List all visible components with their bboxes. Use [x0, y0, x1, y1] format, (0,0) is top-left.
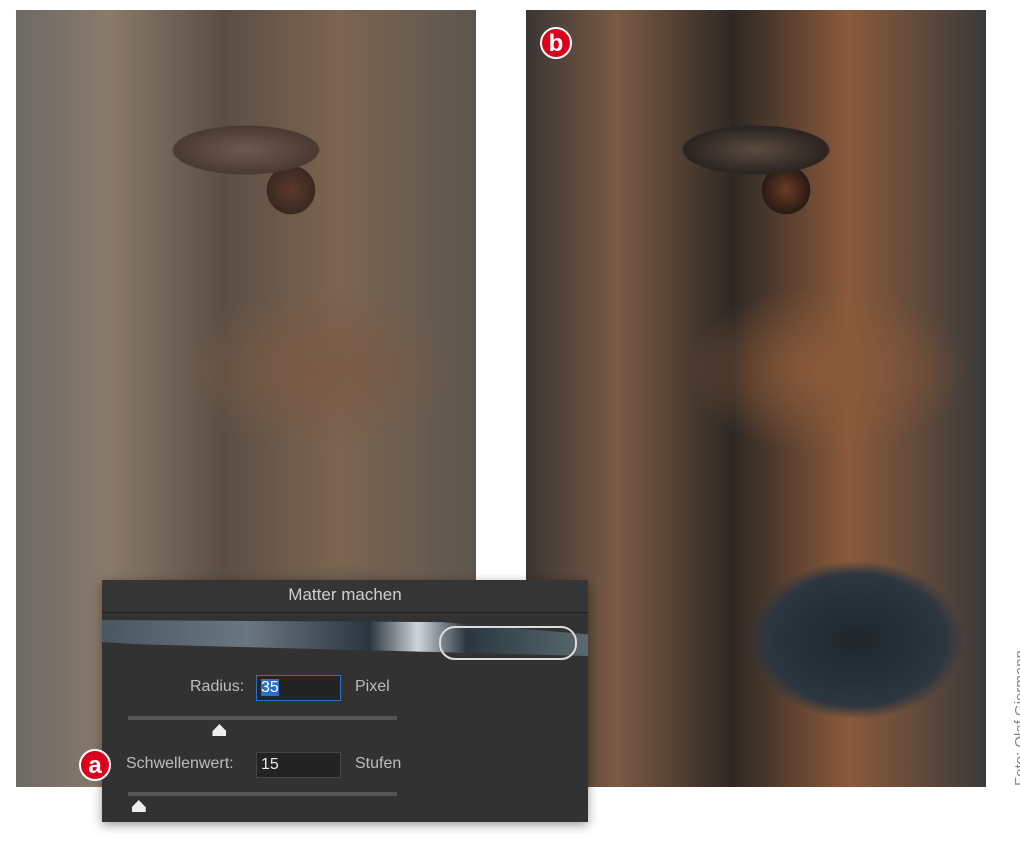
badge-a: a: [79, 749, 111, 781]
radius-unit: Pixel: [355, 678, 390, 695]
radius-slider-thumb[interactable]: [212, 724, 227, 736]
radius-slider[interactable]: [128, 716, 397, 720]
threshold-slider[interactable]: [128, 792, 397, 796]
badge-b: b: [540, 27, 572, 59]
radius-label: Radius:: [190, 678, 245, 695]
ok-button[interactable]: [439, 626, 577, 660]
threshold-label: Schwellenwert:: [126, 755, 234, 772]
dialog-title: Matter machen: [102, 580, 588, 613]
threshold-unit: Stufen: [355, 755, 402, 772]
dialog-controls: Radius: 35 Pixel Schwellenwert: 15 Stufe…: [102, 642, 588, 822]
photo-credit: Foto: Olaf Giermann: [1012, 650, 1020, 786]
matter-machen-dialog: Matter machen Radius: 35 Pixel Schwellen…: [102, 580, 588, 822]
threshold-input[interactable]: 15: [256, 752, 341, 778]
radius-input[interactable]: 35: [256, 675, 341, 701]
photo-result: [526, 10, 986, 787]
threshold-slider-thumb[interactable]: [131, 800, 146, 812]
